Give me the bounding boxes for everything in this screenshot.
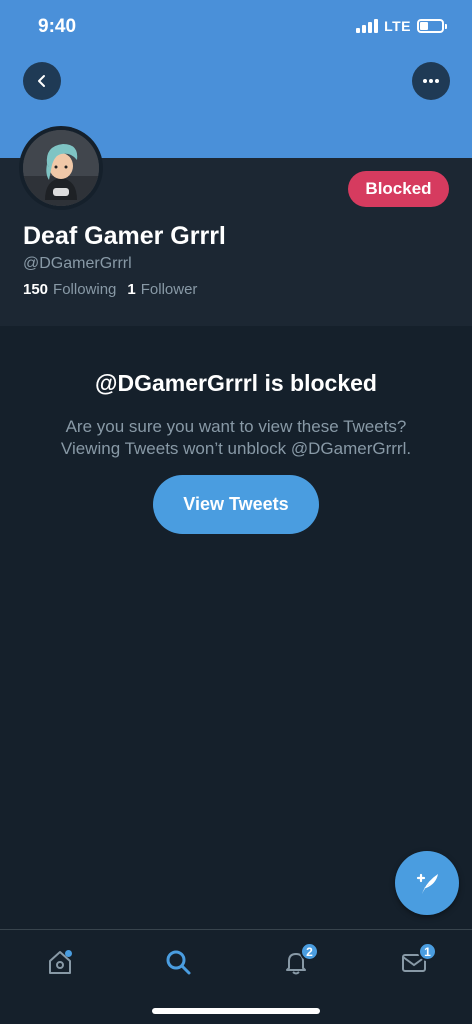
network-label: LTE (384, 18, 411, 34)
tab-messages[interactable]: 1 (394, 942, 437, 982)
chevron-left-icon (38, 75, 45, 87)
search-icon (166, 950, 191, 975)
tab-search[interactable] (158, 942, 198, 982)
tab-notifications[interactable]: 2 (276, 942, 319, 982)
status-time: 9:40 (38, 16, 77, 37)
tab-home[interactable] (40, 942, 80, 982)
following-label: Following (53, 281, 117, 298)
compose-feather-icon (416, 873, 438, 894)
followers-link[interactable]: 1 Follower (127, 281, 197, 298)
home-unread-dot (65, 950, 72, 957)
compose-tweet-button[interactable] (395, 851, 459, 915)
avatar-image (23, 130, 99, 206)
blocked-description-line-2: Viewing Tweets won’t unblock @DGamerGrrr… (60, 439, 412, 458)
followers-label: Follower (140, 281, 198, 298)
followers-count: 1 (127, 281, 136, 298)
blocked-description: Are you sure you want to view these Twee… (30, 416, 442, 460)
avatar[interactable] (19, 126, 103, 210)
display-name: Deaf Gamer Grrrl (23, 222, 226, 250)
following-link[interactable]: 150 Following (23, 281, 116, 298)
signal-icon (356, 19, 379, 33)
status-bar: 9:40 LTE (0, 0, 472, 56)
back-button[interactable] (23, 62, 61, 100)
notifications-badge: 2 (300, 942, 319, 961)
messages-badge: 1 (418, 942, 437, 961)
blocked-description-line-1: Are you sure you want to view these Twee… (65, 417, 407, 436)
more-icon (423, 79, 439, 83)
following-count: 150 (23, 281, 49, 298)
follow-stats: 150 Following 1 Follower (23, 281, 197, 298)
home-indicator (152, 1008, 320, 1014)
user-handle: @DGamerGrrrl (23, 255, 132, 272)
blocked-button[interactable]: Blocked (348, 171, 449, 207)
status-indicators: LTE (356, 18, 447, 34)
view-tweets-button[interactable]: View Tweets (153, 475, 319, 534)
more-options-button[interactable] (412, 62, 450, 100)
blocked-title: @DGamerGrrrl is blocked (95, 370, 377, 396)
battery-icon (417, 19, 447, 33)
